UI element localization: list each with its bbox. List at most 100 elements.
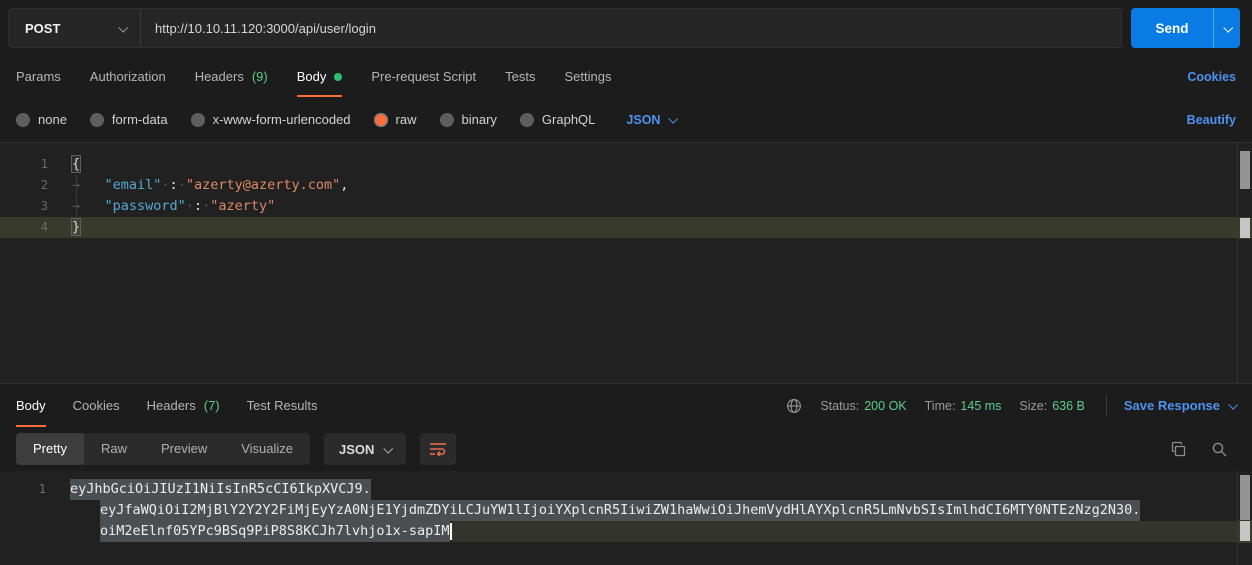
response-line[interactable]: 1eyJhbGciOiJIUzI1NiIsInR5cCI6IkpXVCJ9. — [0, 479, 1252, 500]
token-key: "email" — [105, 177, 162, 193]
overview-ruler-cursor-marker — [1240, 218, 1250, 238]
jwt-token-text: eyJfaWQiOiI2MjBlY2Y2Y2FiMjEyYzA0NjE1Yjdm… — [100, 500, 1140, 521]
tab-count-badge: (9) — [252, 69, 268, 84]
response-scrollbar[interactable] — [1237, 471, 1252, 565]
token-brace: } — [72, 219, 80, 235]
response-line[interactable]: oiM2eElnf05YPc9BSq9PiP8S8KCJh7lvhjo1x-sa… — [0, 521, 1252, 542]
method-label: POST — [25, 21, 60, 36]
response-tabs-list: Body Cookies Headers(7) Test Results — [16, 384, 317, 427]
line-number: 1 — [0, 154, 48, 175]
body-type-none[interactable]: none — [16, 112, 67, 127]
size-indicator: Size: 636 B — [1019, 399, 1084, 413]
status-label: Status: — [820, 399, 859, 413]
tab-label: Cookies — [73, 398, 120, 413]
code-line[interactable]: 1{ — [0, 154, 1252, 175]
vertical-divider — [1106, 395, 1107, 417]
code-line[interactable]: 3→"password"·:·"azerty" — [0, 196, 1252, 217]
body-type-raw[interactable]: raw — [374, 112, 417, 127]
line-number: 4 — [0, 217, 48, 238]
body-filled-dot-icon — [334, 73, 342, 81]
tab-label: Authorization — [90, 69, 166, 84]
tab-authorization[interactable]: Authorization — [90, 56, 166, 97]
chevron-down-icon — [1223, 22, 1233, 32]
postman-app: POST Send Params Authorization Headers(9) B… — [0, 0, 1252, 565]
line-number — [0, 500, 46, 521]
spacer — [640, 56, 1158, 97]
radio-icon — [520, 113, 534, 127]
radio-icon — [191, 113, 205, 127]
tab-label: Settings — [564, 69, 611, 84]
send-options-button[interactable] — [1213, 8, 1240, 48]
response-tab-cookies[interactable]: Cookies — [73, 384, 120, 427]
response-tabs: Body Cookies Headers(7) Test Results Status… — [0, 383, 1252, 427]
editor-lines: 1{2→"email"·:·"azerty@azerty.com",3→"pas… — [0, 154, 1252, 238]
view-visualize[interactable]: Visualize — [224, 433, 310, 465]
status-value: 200 OK — [864, 399, 906, 413]
beautify-link[interactable]: Beautify — [1187, 113, 1236, 127]
tab-pre-request-script[interactable]: Pre-request Script — [371, 56, 476, 97]
line-number: 3 — [0, 196, 48, 217]
radio-label: raw — [396, 112, 417, 127]
tab-label: Params — [16, 69, 61, 84]
send-button[interactable]: Send — [1131, 8, 1213, 48]
tab-tests[interactable]: Tests — [505, 56, 535, 97]
response-format-select[interactable]: JSON — [324, 433, 406, 465]
radio-label: x-www-form-urlencoded — [213, 112, 351, 127]
tab-label: Body — [16, 398, 46, 413]
request-tabs-list: Params Authorization Headers(9) Body Pre-req… — [16, 56, 611, 97]
body-type-graphql[interactable]: GraphQL — [520, 112, 595, 127]
tab-label: Pre-request Script — [371, 69, 476, 84]
response-body-viewer[interactable]: 1eyJhbGciOiJIUzI1NiIsInR5cCI6IkpXVCJ9.ey… — [0, 471, 1252, 565]
token-str: "azerty@azerty.com" — [186, 177, 340, 193]
wrap-lines-button[interactable] — [420, 433, 456, 465]
tab-params[interactable]: Params — [16, 56, 61, 97]
token-str: "azerty" — [210, 198, 275, 214]
tab-body[interactable]: Body — [297, 56, 343, 97]
response-line[interactable]: eyJfaWQiOiI2MjBlY2Y2Y2FiMjEyYzA0NjE1Yjdm… — [0, 500, 1252, 521]
tab-settings[interactable]: Settings — [564, 56, 611, 97]
url-box: POST — [8, 8, 1122, 48]
radio-icon — [374, 113, 388, 127]
word-wrap-icon — [429, 442, 447, 456]
tab-label: Body — [297, 69, 327, 84]
time-label: Time: — [925, 399, 956, 413]
view-pretty[interactable]: Pretty — [16, 433, 84, 465]
editor-scrollbar[interactable] — [1237, 143, 1252, 383]
response-tab-test-results[interactable]: Test Results — [247, 384, 318, 427]
response-view-switch: PrettyRawPreviewVisualize — [16, 433, 310, 465]
response-actions — [1170, 441, 1236, 458]
request-body-editor[interactable]: 1{2→"email"·:·"azerty@azerty.com",3→"pas… — [0, 143, 1252, 383]
url-input[interactable] — [141, 21, 1121, 36]
code-line[interactable]: 2→"email"·:·"azerty@azerty.com", — [0, 175, 1252, 196]
body-type-x-www-form-urlencoded[interactable]: x-www-form-urlencoded — [191, 112, 351, 127]
jwt-token-text: eyJhbGciOiJIUzI1NiIsInR5cCI6IkpXVCJ9. — [70, 479, 371, 500]
request-format-select[interactable]: JSON — [626, 113, 676, 127]
body-type-binary[interactable]: binary — [440, 112, 497, 127]
view-preview[interactable]: Preview — [144, 433, 224, 465]
save-response-button[interactable]: Save Response — [1124, 398, 1236, 413]
view-raw[interactable]: Raw — [84, 433, 144, 465]
status-indicator: Status: 200 OK — [820, 399, 906, 413]
radio-label: form-data — [112, 112, 168, 127]
token-pun: : — [170, 177, 178, 193]
search-icon[interactable] — [1211, 441, 1228, 458]
tab-count-badge: (7) — [204, 398, 220, 413]
cookies-link[interactable]: Cookies — [1187, 70, 1236, 84]
response-tab-headers[interactable]: Headers(7) — [147, 384, 220, 427]
code-line[interactable]: 4} — [0, 217, 1252, 238]
response-meta: Status: 200 OK Time: 145 ms Size: 636 B … — [786, 384, 1236, 427]
chevron-down-icon — [669, 114, 679, 124]
tab-label: Test Results — [247, 398, 318, 413]
copy-icon[interactable] — [1170, 441, 1187, 458]
token-ws: · — [202, 198, 210, 214]
overview-ruler-cursor-marker — [1240, 521, 1250, 541]
globe-icon — [786, 398, 802, 414]
scrollbar-thumb[interactable] — [1240, 475, 1250, 523]
method-select[interactable]: POST — [9, 9, 141, 47]
scrollbar-thumb[interactable] — [1240, 151, 1250, 189]
response-toolbar: PrettyRawPreviewVisualize JSON — [0, 427, 1252, 471]
tab-headers[interactable]: Headers(9) — [195, 56, 268, 97]
radio-label: binary — [462, 112, 497, 127]
body-type-form-data[interactable]: form-data — [90, 112, 168, 127]
response-tab-body[interactable]: Body — [16, 384, 46, 427]
